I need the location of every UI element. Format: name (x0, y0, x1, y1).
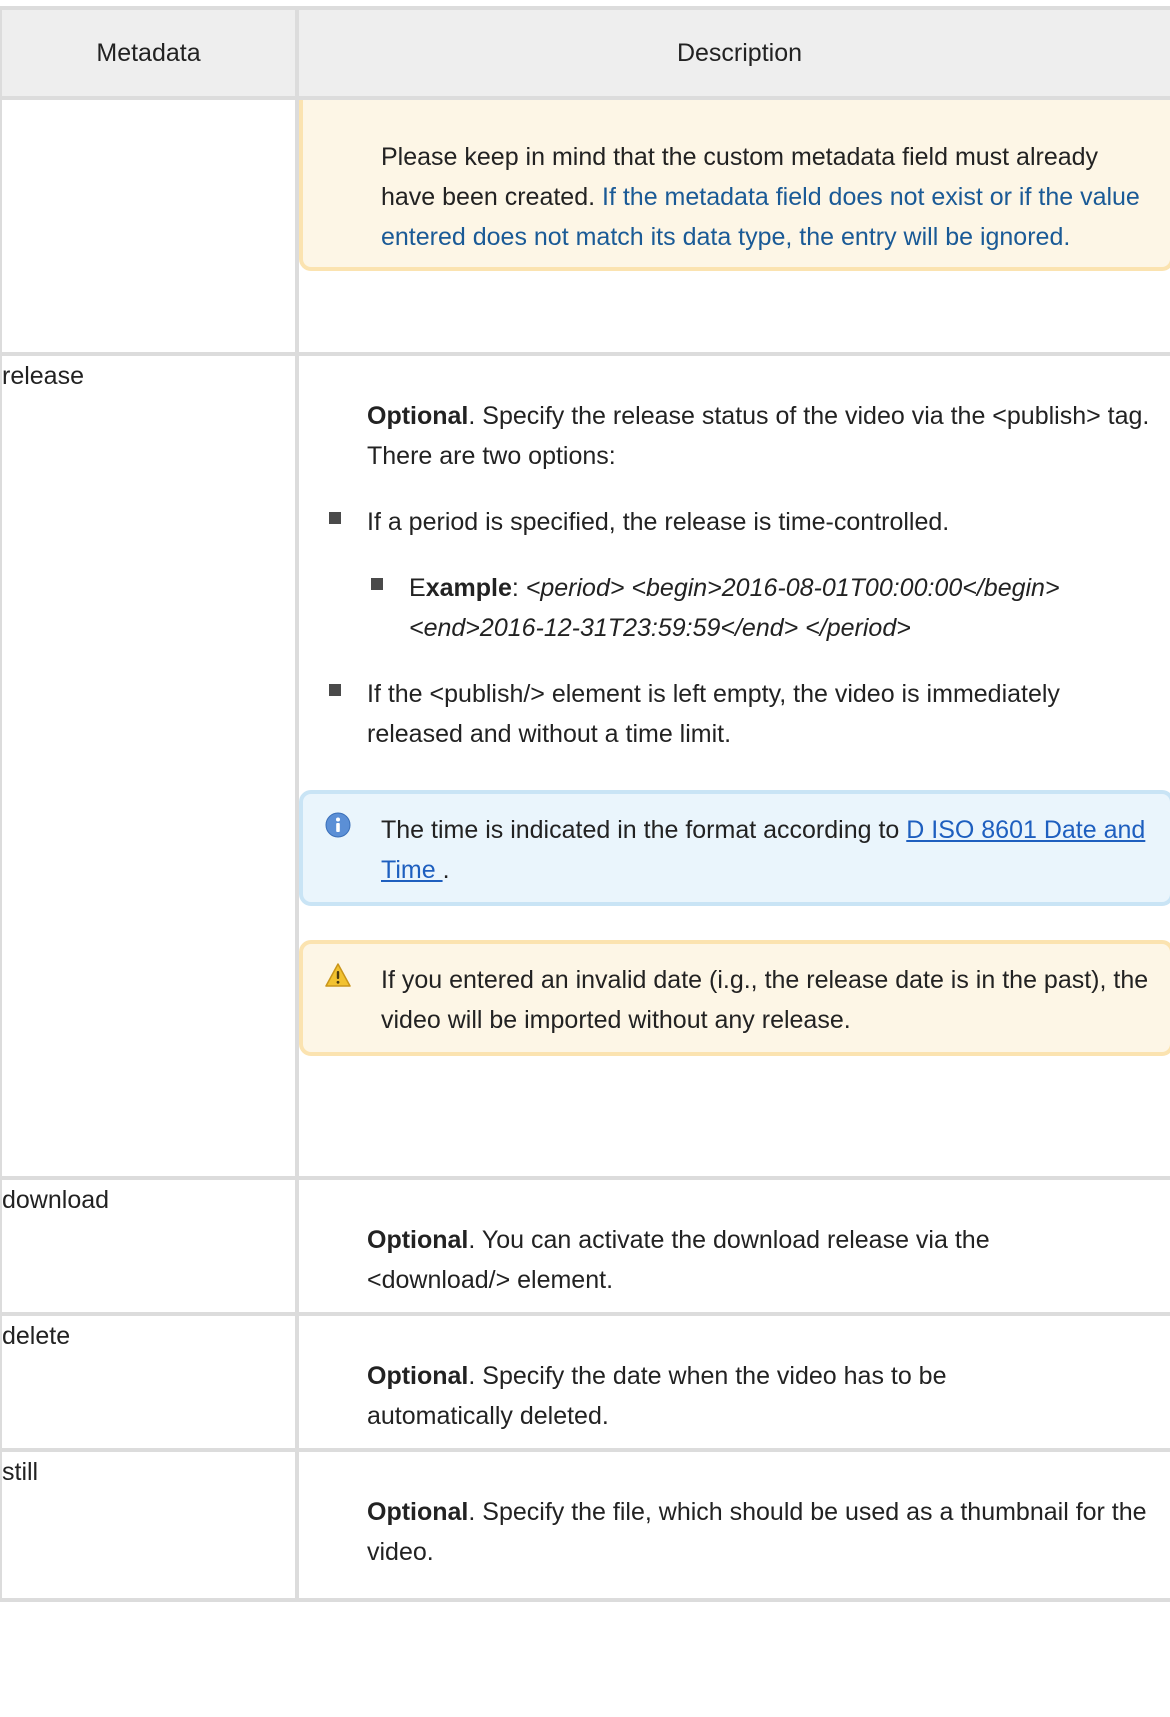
optional-label: Optional (367, 1498, 469, 1526)
table-row-download: download Optional. You can activate the … (0, 1176, 1170, 1316)
example-list: Example: <period> <begin>2016-08-01T00:0… (369, 568, 1170, 648)
info-text-end: . (442, 856, 450, 884)
optional-label: Optional (367, 1362, 469, 1390)
table-row-continued: Please keep in mind that the custom meta… (0, 96, 1170, 356)
metadata-key-still: still (0, 1448, 299, 1602)
list-item: Example: <period> <begin>2016-08-01T00:0… (369, 568, 1170, 648)
metadata-table: Metadata Description Please keep in mind… (0, 6, 1170, 1602)
still-text: Optional. Specify the file, which should… (299, 1492, 1170, 1572)
description-still: Optional. Specify the file, which should… (295, 1448, 1170, 1602)
warning-icon (325, 963, 351, 987)
description-release: Optional. Specify the release status of … (295, 352, 1170, 1180)
list-item: If a period is specified, the release is… (327, 502, 1170, 648)
warning-text: If you entered an invalid date (i.g., th… (381, 966, 1149, 1034)
description-cell: Please keep in mind that the custom meta… (295, 96, 1170, 356)
optional-label: Optional (367, 402, 469, 430)
table-row-delete: delete Optional. Specify the date when t… (0, 1312, 1170, 1452)
release-intro-text: . Specify the release status of the vide… (367, 402, 1150, 470)
release-intro: Optional. Specify the release status of … (299, 396, 1170, 476)
example-colon: : (511, 574, 526, 602)
list-item: If the <publish/> element is left empty,… (327, 674, 1170, 754)
info-note: The time is indicated in the format acco… (299, 790, 1170, 906)
info-text: The time is indicated in the format acco… (381, 816, 907, 844)
header-metadata: Metadata (0, 6, 299, 100)
warning-note: If you entered an invalid date (i.g., th… (299, 940, 1170, 1056)
description-download: Optional. You can activate the download … (295, 1176, 1170, 1316)
header-description: Description (295, 6, 1170, 100)
still-rest: . Specify the file, which should be used… (367, 1498, 1147, 1566)
release-options-list: If a period is specified, the release is… (327, 502, 1170, 754)
download-text: Optional. You can activate the download … (299, 1220, 1170, 1300)
metadata-key-delete: delete (0, 1312, 299, 1452)
example-prefix: E (409, 574, 426, 602)
info-icon (325, 812, 351, 838)
bullet1-text: If a period is specified, the release is… (367, 508, 950, 536)
metadata-key-download: download (0, 1176, 299, 1316)
description-delete: Optional. Specify the date when the vide… (295, 1312, 1170, 1452)
bullet2-text: If the <publish/> element is left empty,… (367, 680, 1060, 748)
delete-text: Optional. Specify the date when the vide… (299, 1356, 1170, 1436)
table-row-release: release Optional. Specify the release st… (0, 352, 1170, 1180)
metadata-key-release: release (0, 352, 299, 1180)
table-header-row: Metadata Description (0, 6, 1170, 100)
table-row-still: still Optional. Specify the file, which … (0, 1448, 1170, 1602)
example-label: xample (425, 574, 512, 602)
optional-label: Optional (367, 1226, 469, 1254)
warning-note: Please keep in mind that the custom meta… (299, 100, 1170, 271)
metadata-cell-empty (0, 96, 299, 356)
